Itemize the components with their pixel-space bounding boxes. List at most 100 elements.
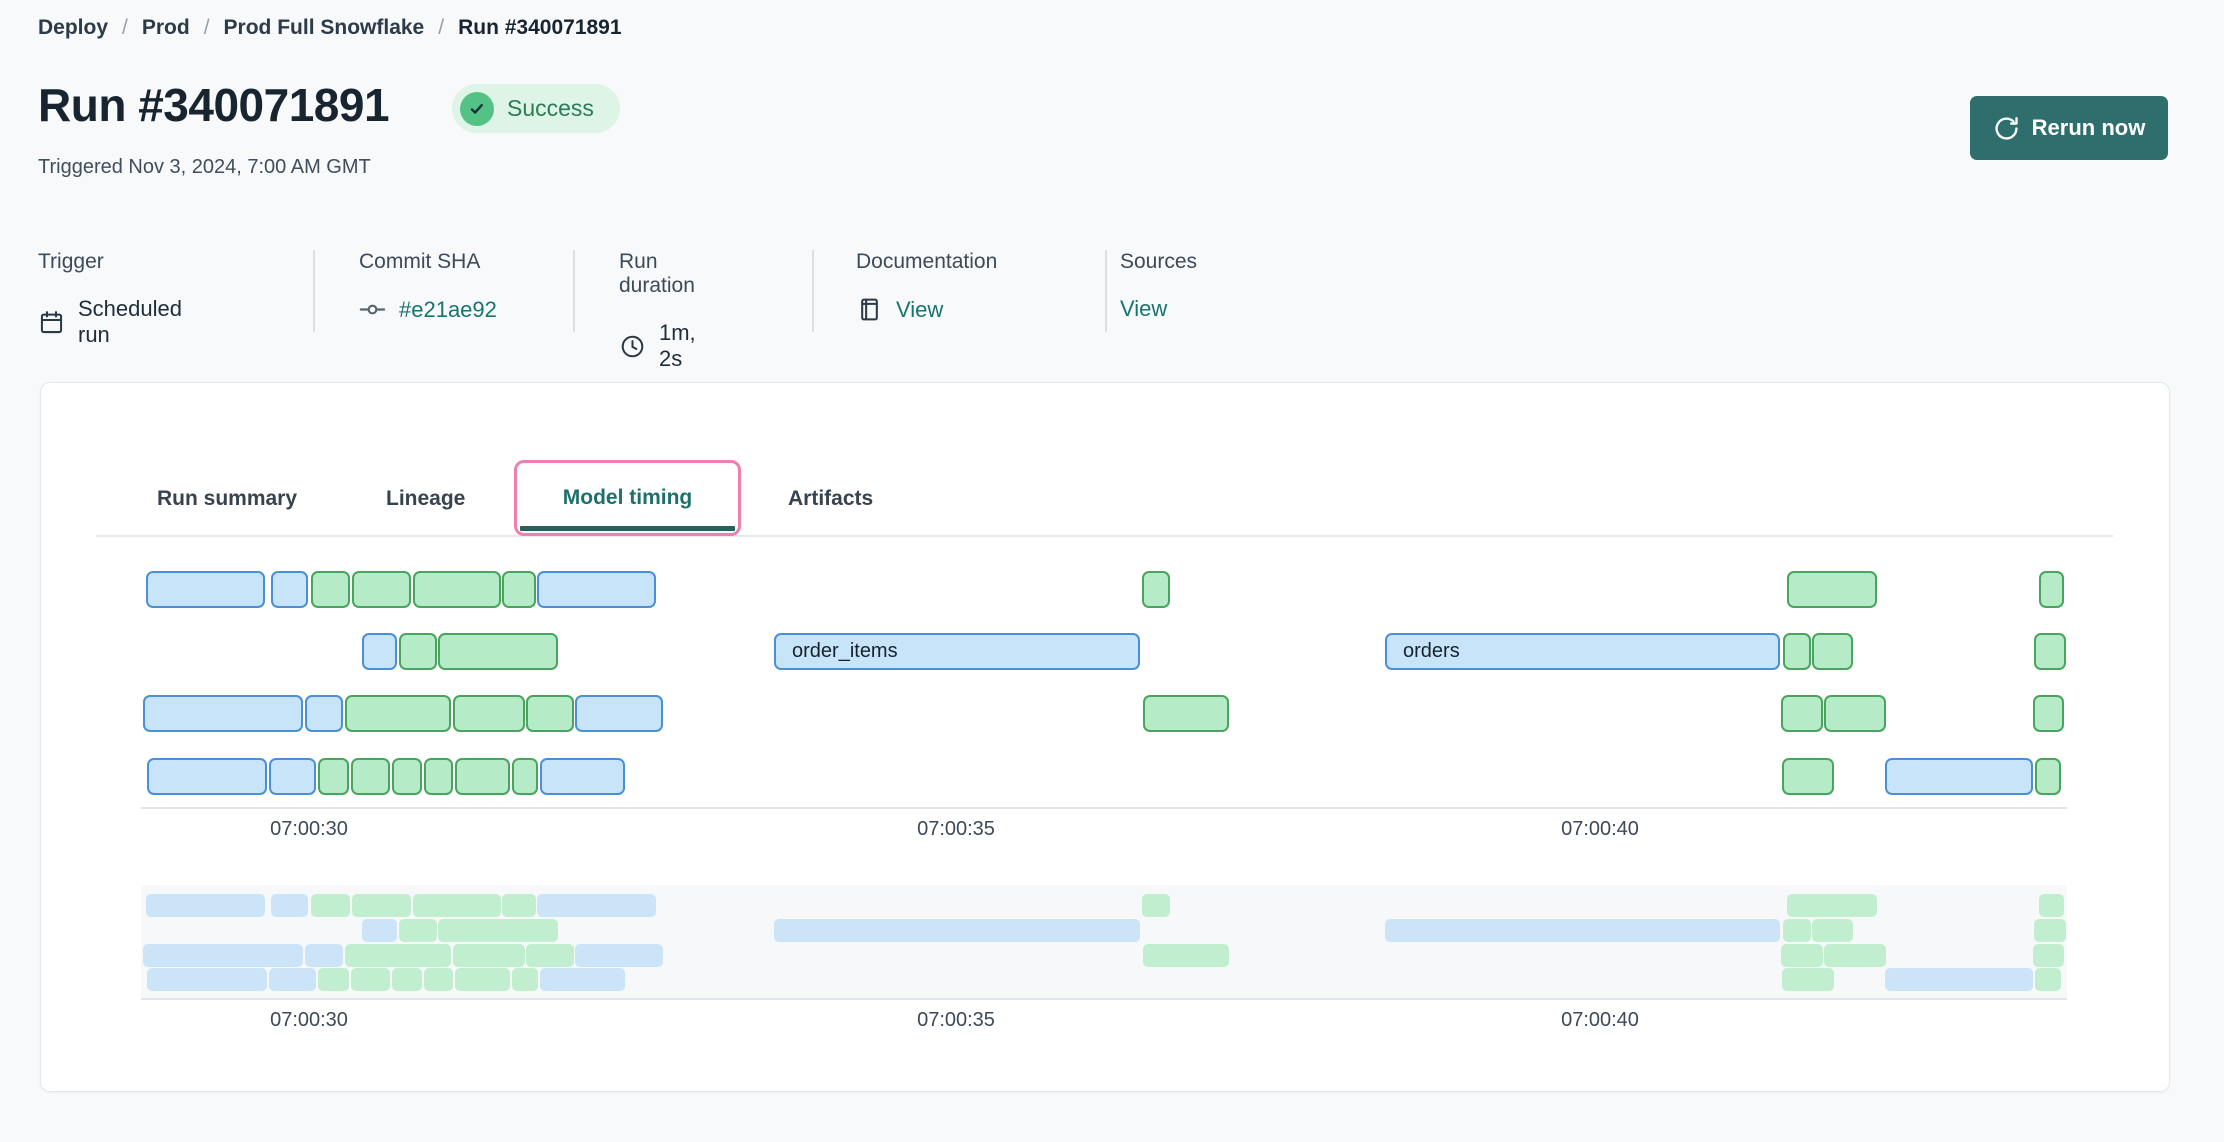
documentation-view-link[interactable]: View <box>896 297 943 323</box>
timing-bar[interactable] <box>271 571 308 608</box>
timing-bar[interactable] <box>2034 633 2066 670</box>
tab-run-summary[interactable]: Run summary <box>157 487 297 511</box>
timing-bar[interactable] <box>345 695 451 732</box>
commit-sha-link[interactable]: #e21ae92 <box>399 297 497 323</box>
timing-bar[interactable] <box>2035 758 2061 795</box>
meta-label: Trigger <box>38 250 182 274</box>
x-axis-line <box>141 807 2067 809</box>
timing-bar[interactable] <box>502 571 536 608</box>
breadcrumb-separator: / <box>438 16 444 40</box>
timing-bar <box>413 894 501 917</box>
timing-bar-order_items <box>774 919 1140 942</box>
timing-bar[interactable] <box>1143 695 1229 732</box>
status-badge-label: Success <box>507 95 594 122</box>
timing-bar-orders[interactable]: orders <box>1385 633 1780 670</box>
timing-bar <box>1824 944 1886 967</box>
timing-bar[interactable] <box>269 758 316 795</box>
timing-bar[interactable] <box>1781 695 1823 732</box>
timing-bar[interactable] <box>146 571 265 608</box>
meta-divider <box>1105 250 1107 332</box>
timing-bar[interactable] <box>2039 571 2064 608</box>
success-check-icon <box>460 92 494 126</box>
tab-model-timing[interactable]: Model timing <box>563 486 693 510</box>
timing-bar[interactable] <box>1783 633 1811 670</box>
timing-bar <box>318 968 349 991</box>
timing-bar[interactable] <box>575 695 663 732</box>
timing-bar[interactable] <box>1782 758 1834 795</box>
timing-bar[interactable] <box>540 758 625 795</box>
timing-bar[interactable] <box>1142 571 1170 608</box>
timing-bar[interactable] <box>311 571 350 608</box>
meta-commit-sha: Commit SHA #e21ae92 <box>359 250 497 323</box>
timing-bar <box>143 944 303 967</box>
x-axis-line <box>141 998 2067 1000</box>
meta-divider <box>573 250 575 332</box>
breadcrumb-separator: / <box>204 16 210 40</box>
breadcrumb-item-deploy[interactable]: Deploy <box>38 16 108 40</box>
axis-tick-label: 07:00:35 <box>917 817 995 841</box>
meta-run-duration: Run duration 1m, 2s <box>619 250 696 372</box>
timing-bar[interactable] <box>1812 633 1853 670</box>
breadcrumb-item-environment[interactable]: Prod Full Snowflake <box>224 16 425 40</box>
run-detail-page: Deploy / Prod / Prod Full Snowflake / Ru… <box>0 0 2224 1142</box>
timing-bar[interactable] <box>352 571 411 608</box>
timing-bar[interactable] <box>413 571 501 608</box>
timing-bar[interactable] <box>512 758 538 795</box>
timing-bar <box>2035 968 2061 991</box>
breadcrumb-item-current-run: Run #340071891 <box>458 16 621 40</box>
axis-tick-label: 07:00:40 <box>1561 1008 1639 1032</box>
page-title: Run #340071891 <box>38 78 389 132</box>
timing-bar[interactable] <box>455 758 510 795</box>
timing-bar <box>1885 968 2033 991</box>
model-timing-chart: order_itemsorders07:00:3007:00:3507:00:4… <box>141 561 2067 807</box>
timing-bar[interactable] <box>1824 695 1886 732</box>
timing-bar <box>1142 894 1170 917</box>
timing-bar[interactable] <box>1885 758 2033 795</box>
timing-bar[interactable] <box>424 758 453 795</box>
timing-bar <box>1812 919 1853 942</box>
calendar-icon <box>38 309 65 336</box>
timing-bar <box>1783 919 1811 942</box>
axis-tick-label: 07:00:30 <box>270 1008 348 1032</box>
timing-bar[interactable] <box>526 695 574 732</box>
docs-icon <box>856 296 883 323</box>
timing-bar <box>1143 944 1229 967</box>
timing-bar[interactable] <box>2033 695 2064 732</box>
timing-bar <box>438 919 558 942</box>
tab-artifacts[interactable]: Artifacts <box>788 487 873 511</box>
meta-label: Commit SHA <box>359 250 497 274</box>
meta-label: Run duration <box>619 250 696 298</box>
breadcrumb-item-prod[interactable]: Prod <box>142 16 190 40</box>
timing-bar[interactable] <box>318 758 349 795</box>
timing-bar[interactable] <box>438 633 558 670</box>
timing-bar[interactable] <box>351 758 390 795</box>
rerun-now-button[interactable]: Rerun now <box>1970 96 2168 160</box>
timing-minimap[interactable]: 07:00:3007:00:3507:00:40 <box>141 885 2067 998</box>
trigger-value: Scheduled run <box>78 296 182 348</box>
timing-bar[interactable] <box>399 633 437 670</box>
refresh-icon <box>1993 115 2020 142</box>
meta-sources: Sources View <box>1120 250 1197 322</box>
tab-lineage[interactable]: Lineage <box>386 487 465 511</box>
timing-bar[interactable] <box>305 695 343 732</box>
active-tab-underline <box>520 526 735 531</box>
tab-model-timing-highlight[interactable]: Model timing <box>514 460 741 536</box>
timing-bar[interactable] <box>453 695 525 732</box>
timing-bar[interactable] <box>143 695 303 732</box>
timing-bar <box>575 944 663 967</box>
timing-bar <box>455 968 510 991</box>
timing-bar <box>352 894 411 917</box>
timing-bar <box>540 968 625 991</box>
timing-bar-order_items[interactable]: order_items <box>774 633 1140 670</box>
timing-bar <box>311 894 350 917</box>
timing-bar[interactable] <box>362 633 397 670</box>
timing-bar[interactable] <box>1787 571 1877 608</box>
timing-bar[interactable] <box>392 758 422 795</box>
timing-bar <box>424 968 453 991</box>
timing-bar[interactable] <box>537 571 656 608</box>
timing-bar <box>271 894 308 917</box>
timing-bar-orders <box>1385 919 1780 942</box>
timing-bar[interactable] <box>147 758 267 795</box>
timing-bar <box>453 944 525 967</box>
sources-view-link[interactable]: View <box>1120 296 1167 322</box>
